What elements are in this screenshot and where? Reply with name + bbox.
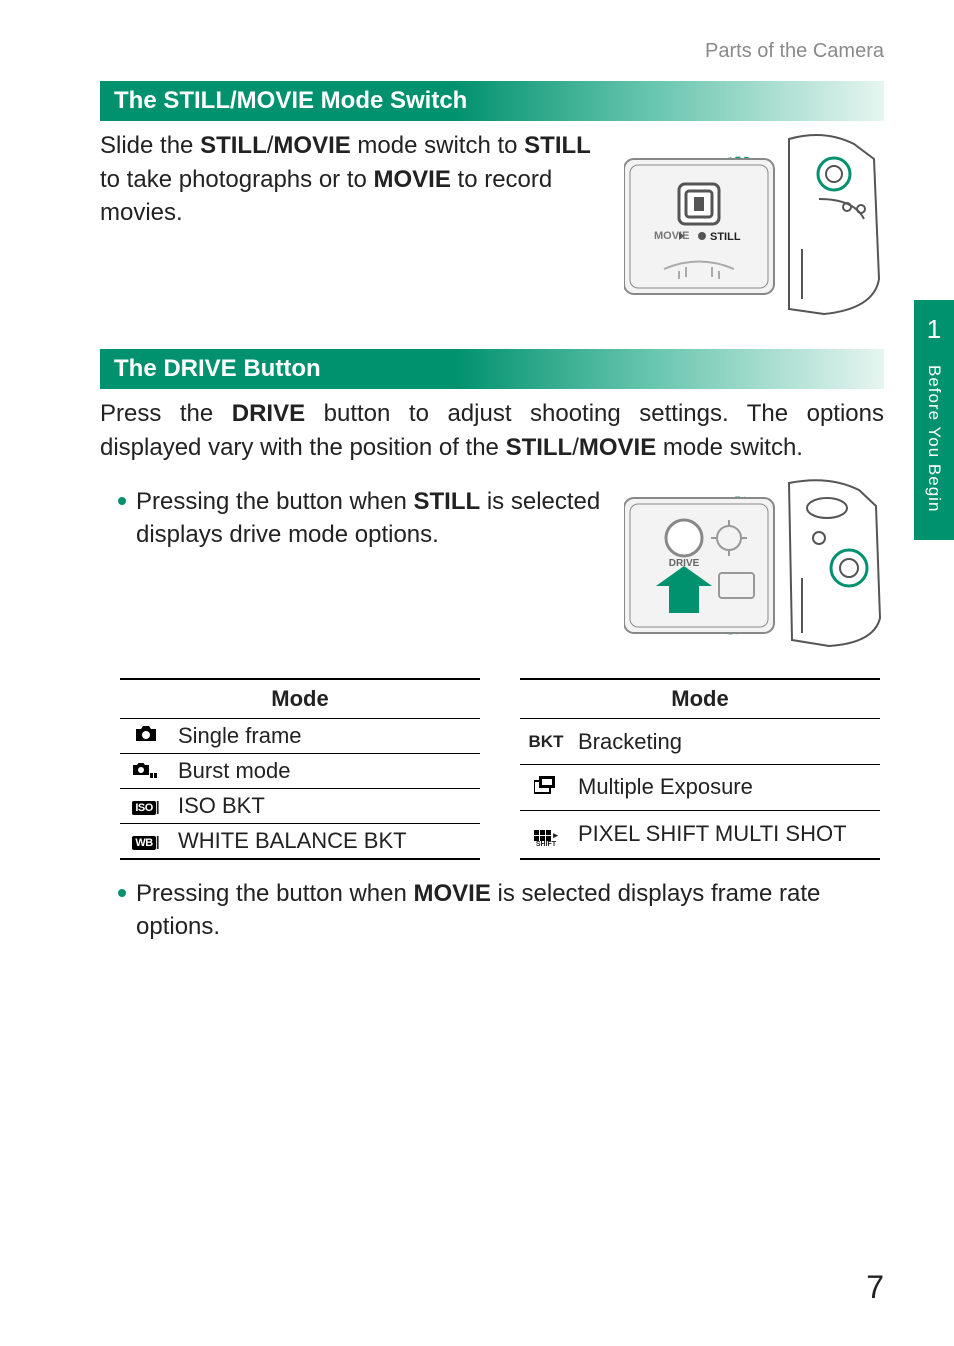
wb-bkt-icon: WB| [132, 831, 159, 850]
section2-intro: Press the DRIVE button to adjust shootin… [100, 397, 884, 464]
bullet-icon [118, 889, 126, 897]
table-header: Mode [120, 679, 480, 719]
bullet-icon [118, 497, 126, 505]
section-header-drive: The DRIVE Button [100, 349, 884, 389]
table-row: Multiple Exposure [520, 764, 880, 810]
still-movie-switch-illustration: MOVIE STILL [624, 129, 884, 319]
table-row: ▸ SHIFT PIXEL SHIFT MULTI SHOT [520, 810, 880, 859]
camera-icon [134, 728, 158, 747]
bullet-still: Pressing the button when STILL is select… [136, 486, 604, 551]
drive-button-illustration: DRIVE [624, 478, 884, 648]
table-row: ISO| ISO BKT [120, 789, 480, 824]
bkt-icon: BKT [529, 732, 564, 751]
pixel-shift-icon: ▸ SHIFT [534, 830, 558, 848]
illus-label-movie: MOVIE [654, 230, 689, 242]
drive-mode-tables: Mode Single frame Burst mode ISO| ISO BK… [120, 678, 884, 860]
iso-bkt-icon: ISO| [132, 796, 159, 815]
section1-body: Slide the STILL/MOVIE mode switch to STI… [100, 129, 604, 230]
table-row: WB| WHITE BALANCE BKT [120, 824, 480, 860]
drive-mode-table-right: Mode BKT Bracketing Multiple Exposure ▸ … [520, 678, 880, 860]
burst-icon [133, 764, 159, 783]
table-row: Burst mode [120, 754, 480, 789]
illus-label-still: STILL [710, 231, 741, 243]
table-row: Single frame [120, 719, 480, 754]
multi-exposure-icon [534, 779, 558, 798]
drive-mode-table-left: Mode Single frame Burst mode ISO| ISO BK… [120, 678, 480, 860]
table-row: BKT Bracketing [520, 719, 880, 765]
section-header-still-movie: The STILL/MOVIE Mode Switch [100, 81, 884, 121]
bullet-movie: Pressing the button when MOVIE is select… [136, 878, 884, 943]
page-number: 7 [866, 1269, 884, 1306]
table-header: Mode [520, 679, 880, 719]
breadcrumb: Parts of the Camera [100, 40, 884, 63]
